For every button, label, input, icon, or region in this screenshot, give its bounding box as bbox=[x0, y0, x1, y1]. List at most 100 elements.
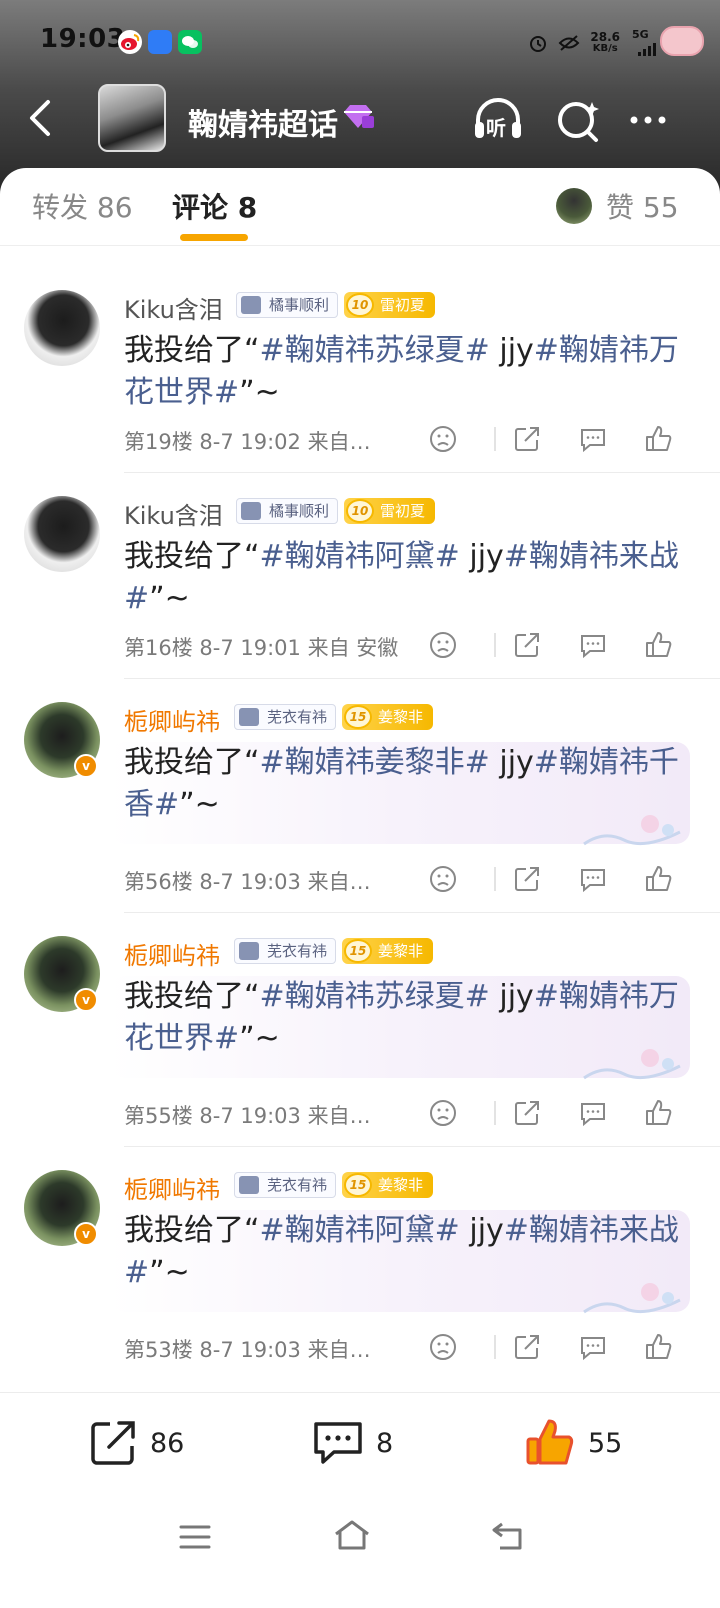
reply-icon[interactable] bbox=[578, 1098, 608, 1128]
user-tag[interactable]: 橘事顺利 bbox=[236, 498, 339, 524]
signal-bars-icon bbox=[638, 43, 656, 56]
topic-link[interactable]: #鞠婧祎阿黛# bbox=[260, 539, 460, 574]
topic-avatar[interactable] bbox=[98, 84, 166, 152]
like-icon[interactable] bbox=[644, 630, 674, 660]
dislike-face-icon[interactable] bbox=[428, 424, 458, 454]
tag-icon bbox=[241, 296, 261, 314]
like-icon[interactable] bbox=[644, 1332, 674, 1362]
back-button[interactable] bbox=[20, 96, 64, 140]
comment-icon bbox=[314, 1422, 362, 1464]
user-name[interactable]: 栀卿屿祎 bbox=[124, 936, 220, 971]
fan-tag-label: 姜黎非 bbox=[378, 942, 424, 960]
separator bbox=[124, 1146, 720, 1147]
share-icon[interactable] bbox=[512, 1098, 542, 1128]
more-button[interactable] bbox=[622, 96, 674, 144]
tag-icon bbox=[239, 942, 259, 960]
diamond-badge-icon bbox=[344, 105, 374, 128]
reply-icon[interactable] bbox=[578, 1332, 608, 1362]
topic-link[interactable]: #鞠婧祎姜黎非# bbox=[260, 745, 490, 780]
topic-link[interactable]: #鞠婧祎苏绿夏# bbox=[260, 333, 490, 368]
comment-button[interactable]: 8 bbox=[312, 1417, 393, 1469]
tab-repost[interactable]: 转发 86 bbox=[32, 186, 133, 226]
reply-icon[interactable] bbox=[578, 630, 608, 660]
fan-level-badge[interactable]: 10 雷初夏 bbox=[344, 498, 436, 524]
dislike-face-icon[interactable] bbox=[428, 630, 458, 660]
tab-like[interactable]: 赞 55 bbox=[606, 186, 679, 226]
tag-icon bbox=[239, 708, 259, 726]
fan-level-number: 10 bbox=[346, 499, 374, 523]
user-tag-label: 芜衣有祎 bbox=[267, 708, 328, 726]
dislike-face-icon[interactable] bbox=[428, 1098, 458, 1128]
net-speed-value: 28.6 bbox=[590, 30, 620, 44]
fan-level-number: 15 bbox=[344, 1173, 372, 1197]
share-icon[interactable] bbox=[512, 864, 542, 894]
like-icon[interactable] bbox=[644, 1098, 674, 1128]
user-name[interactable]: 栀卿屿祎 bbox=[124, 702, 220, 737]
dislike-face-icon[interactable] bbox=[428, 864, 458, 894]
eye-off-icon bbox=[558, 35, 580, 51]
verified-badge-icon: v bbox=[74, 1222, 98, 1246]
menu-icon[interactable] bbox=[178, 1522, 212, 1552]
comment-suffix: ”~ bbox=[179, 787, 220, 822]
user-tag[interactable]: 芜衣有祎 bbox=[234, 1172, 337, 1198]
fan-level-badge[interactable]: 15 姜黎非 bbox=[342, 938, 434, 964]
share-icon[interactable] bbox=[512, 1332, 542, 1362]
tab-bar: 转发 86 评论 8 赞 55 bbox=[0, 168, 720, 246]
comment-mid: jjy bbox=[489, 745, 534, 780]
repost-button[interactable]: 86 bbox=[88, 1417, 184, 1469]
listen-button[interactable]: 听 bbox=[472, 96, 524, 144]
like-icon[interactable] bbox=[644, 864, 674, 894]
separator bbox=[124, 678, 720, 679]
like-icon[interactable] bbox=[644, 424, 674, 454]
topic-link[interactable]: #鞠婧祎苏绿夏# bbox=[260, 979, 490, 1014]
comment-text: 我投给了“#鞠婧祎苏绿夏# jjy#鞠婧祎万花世界#”~ bbox=[124, 330, 684, 414]
signal-label: 5G bbox=[632, 28, 649, 41]
page-title[interactable]: 鞠婧祎超话 bbox=[188, 100, 338, 144]
bottom-action-bar: 86 8 55 bbox=[0, 1392, 720, 1492]
user-name[interactable]: Kiku含泪 bbox=[124, 290, 223, 325]
user-name[interactable]: Kiku含泪 bbox=[124, 496, 223, 531]
topic-link[interactable]: #鞠婧祎阿黛# bbox=[260, 1213, 460, 1248]
search-button[interactable] bbox=[552, 96, 604, 144]
net-speed-unit: KB/s bbox=[592, 43, 618, 54]
divider bbox=[494, 633, 496, 657]
home-icon[interactable] bbox=[332, 1518, 372, 1552]
share-icon[interactable] bbox=[512, 630, 542, 660]
listen-label: 听 bbox=[486, 116, 506, 140]
tab-active-indicator bbox=[180, 234, 248, 241]
share-icon[interactable] bbox=[512, 424, 542, 454]
fan-level-badge[interactable]: 10 雷初夏 bbox=[344, 292, 436, 318]
fan-level-badge[interactable]: 15 姜黎非 bbox=[342, 1172, 434, 1198]
user-tag[interactable]: 橘事顺利 bbox=[236, 292, 339, 318]
comment-mid: jjy bbox=[459, 1213, 504, 1248]
like-button[interactable]: 55 bbox=[524, 1417, 622, 1469]
user-avatar[interactable] bbox=[24, 290, 100, 366]
tab-comment[interactable]: 评论 8 bbox=[172, 186, 257, 226]
comment-count: 8 bbox=[376, 1427, 394, 1459]
comment-prefix: 我投给了“ bbox=[124, 979, 260, 1014]
comment-meta: 第19楼 8-7 19:02 来自… bbox=[124, 430, 371, 454]
fan-level-number: 10 bbox=[346, 293, 374, 317]
fan-level-badge[interactable]: 15 姜黎非 bbox=[342, 704, 434, 730]
top-navigation: 鞠婧祎超话 听 bbox=[0, 82, 720, 162]
comment-mid: jjy bbox=[459, 539, 504, 574]
liker-avatar[interactable] bbox=[556, 188, 592, 224]
signal-indicator: 5G bbox=[630, 28, 660, 58]
dislike-face-icon[interactable] bbox=[428, 1332, 458, 1362]
fan-tag-label: 姜黎非 bbox=[378, 708, 424, 726]
user-tag[interactable]: 芜衣有祎 bbox=[234, 938, 337, 964]
user-name[interactable]: 栀卿屿祎 bbox=[124, 1170, 220, 1205]
fan-tag-label: 雷初夏 bbox=[380, 296, 426, 314]
divider bbox=[494, 1101, 496, 1125]
user-tag-label: 芜衣有祎 bbox=[267, 1176, 328, 1194]
verified-badge-icon: v bbox=[74, 988, 98, 1012]
chevron-left-icon bbox=[30, 100, 50, 136]
user-tag[interactable]: 芜衣有祎 bbox=[234, 704, 337, 730]
comment-prefix: 我投给了“ bbox=[124, 333, 260, 368]
reply-icon[interactable] bbox=[578, 864, 608, 894]
user-avatar[interactable] bbox=[24, 496, 100, 572]
comment-meta: 第53楼 8-7 19:03 来自… bbox=[124, 1338, 371, 1362]
back-nav-icon[interactable] bbox=[490, 1520, 526, 1552]
reply-icon[interactable] bbox=[578, 424, 608, 454]
divider bbox=[494, 867, 496, 891]
